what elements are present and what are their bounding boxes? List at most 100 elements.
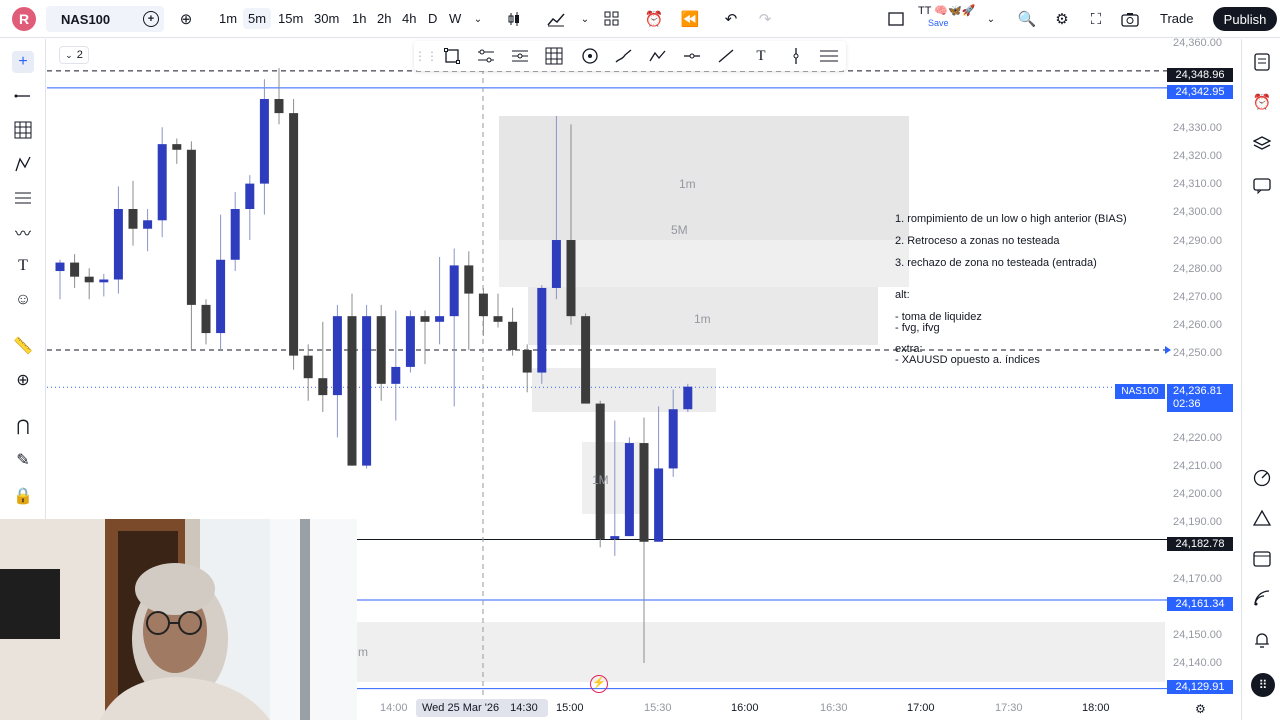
lock-pencil-icon[interactable]: ✎ bbox=[12, 449, 34, 471]
timeframe-15m[interactable]: 15m bbox=[278, 11, 303, 26]
trend-line-icon[interactable] bbox=[12, 85, 34, 107]
candle-body bbox=[610, 536, 620, 539]
more-lines-icon[interactable] bbox=[819, 46, 839, 66]
note-line-2[interactable]: 2. Retroceso a zonas no testeada bbox=[895, 235, 1060, 247]
note-line-3[interactable]: 3. rechazo de zona no testeada (entrada) bbox=[895, 257, 1097, 269]
drag-handle-icon[interactable]: ⋮⋮ bbox=[414, 46, 438, 66]
chart-settings-gear-icon[interactable]: ⚙ bbox=[1195, 702, 1206, 716]
zone-box bbox=[357, 622, 1165, 682]
layout-grid-icon[interactable] bbox=[602, 9, 622, 29]
price-tag-high[interactable]: 24,348.96 bbox=[1167, 68, 1233, 82]
timeframe-30m[interactable]: 30m bbox=[314, 11, 339, 26]
lock-icon[interactable]: 🔒 bbox=[12, 485, 34, 507]
fullscreen-icon[interactable]: ⛶ bbox=[1086, 9, 1106, 29]
candle-body bbox=[493, 316, 503, 322]
chevron-down-icon[interactable]: ⌄ bbox=[981, 9, 1001, 29]
price-axis-label: 24,270.00 bbox=[1173, 291, 1222, 303]
ruler-icon[interactable]: 📏 bbox=[12, 335, 34, 357]
symbol-search-button[interactable]: NAS100 + bbox=[46, 6, 164, 32]
horizontal-line-icon[interactable] bbox=[682, 46, 702, 66]
timeframe-w[interactable]: W bbox=[449, 11, 461, 26]
camera-snapshot-icon[interactable] bbox=[1120, 9, 1140, 29]
chevron-down-icon[interactable]: ⌄ bbox=[575, 9, 595, 29]
apps-grid-icon[interactable]: ⠿ bbox=[1251, 673, 1275, 697]
triangle-icon[interactable] bbox=[1251, 507, 1273, 529]
broadcast-icon[interactable] bbox=[1251, 587, 1273, 609]
vertical-line-icon[interactable] bbox=[786, 46, 806, 66]
note-alt-2[interactable]: - fvg, ifvg bbox=[895, 322, 940, 334]
notification-bell-icon[interactable] bbox=[1251, 629, 1273, 651]
fib-tool-icon[interactable] bbox=[12, 187, 34, 209]
indicators-icon[interactable] bbox=[546, 9, 566, 29]
candle-body bbox=[508, 321, 518, 350]
lightning-marker-icon[interactable]: ⚡ bbox=[590, 675, 608, 693]
circle-target-icon[interactable] bbox=[580, 46, 600, 66]
undo-icon[interactable]: ↶ bbox=[721, 9, 741, 29]
price-tag-line[interactable]: 24,161.34 bbox=[1167, 597, 1233, 611]
layout-name[interactable]: TT 🧠🦋🚀 Save bbox=[918, 5, 975, 29]
gann-grid-icon[interactable] bbox=[544, 46, 564, 66]
note-alt-title[interactable]: alt: bbox=[895, 289, 910, 301]
price-axis-label: 24,300.00 bbox=[1173, 206, 1222, 218]
fullscreen-square-icon[interactable] bbox=[886, 9, 906, 29]
crosshair-icon[interactable]: + bbox=[12, 51, 34, 73]
horizontal-rays-icon[interactable] bbox=[476, 46, 496, 66]
time-axis-label: 16:30 bbox=[820, 702, 848, 714]
brush-wave-icon[interactable]: 〰 bbox=[12, 221, 34, 243]
crosshair-date: Wed 25 Mar '26 bbox=[422, 702, 500, 714]
parallel-channel-icon[interactable] bbox=[510, 46, 530, 66]
candle-body bbox=[522, 350, 532, 373]
alert-clock-icon[interactable]: ⏰ bbox=[644, 9, 664, 29]
indicator-legend-toggle[interactable]: ⌄ 2 bbox=[59, 46, 89, 64]
magnet-icon[interactable]: ⋂ bbox=[12, 415, 34, 437]
chevron-down-icon[interactable]: ⌄ bbox=[468, 9, 488, 29]
candle-body bbox=[157, 144, 167, 221]
timeframe-1h[interactable]: 1h bbox=[352, 11, 366, 26]
layers-icon[interactable] bbox=[1251, 133, 1273, 155]
candle-body bbox=[435, 316, 445, 322]
timeframe-5m[interactable]: 5m bbox=[243, 8, 272, 29]
candle-body bbox=[581, 316, 591, 404]
publish-button[interactable]: Publish bbox=[1213, 7, 1277, 31]
timeframe-2h[interactable]: 2h bbox=[377, 11, 391, 26]
brush-icon[interactable] bbox=[614, 46, 634, 66]
compare-add-icon[interactable]: + bbox=[143, 11, 159, 27]
watchlist-icon[interactable] bbox=[1251, 51, 1273, 73]
text-icon[interactable]: T bbox=[751, 46, 771, 66]
text-tool-icon[interactable]: T bbox=[12, 255, 34, 277]
timeframe-4h[interactable]: 4h bbox=[402, 11, 416, 26]
price-tag-level[interactable]: 24,182.78 bbox=[1167, 537, 1233, 551]
target-icon[interactable] bbox=[1251, 467, 1273, 489]
timeframe-1m[interactable]: 1m bbox=[219, 11, 237, 26]
add-symbol-icon[interactable]: ⊕ bbox=[176, 9, 196, 29]
emoji-icon[interactable]: ☺ bbox=[12, 289, 34, 311]
quick-search-icon[interactable]: 🔍 bbox=[1017, 9, 1037, 29]
note-extra-1[interactable]: - XAUUSD opuesto a. índices bbox=[895, 354, 1040, 366]
save-label[interactable]: Save bbox=[928, 18, 949, 28]
right-sidebar: ⏰ ⠿ bbox=[1241, 39, 1280, 720]
price-tag-line[interactable]: 24,342.95 bbox=[1167, 85, 1233, 99]
zoom-in-icon[interactable]: ⊕ bbox=[12, 369, 34, 391]
price-axis-label: 24,200.00 bbox=[1173, 488, 1222, 500]
candle-type-icon[interactable] bbox=[504, 9, 524, 29]
settings-gear-icon[interactable]: ⚙ bbox=[1052, 9, 1072, 29]
pattern-node-icon[interactable] bbox=[12, 153, 34, 175]
alerts-clock-icon[interactable]: ⏰ bbox=[1251, 91, 1273, 113]
redo-icon[interactable]: ↷ bbox=[755, 9, 775, 29]
trend-line-diagonal-icon[interactable] bbox=[716, 46, 736, 66]
select-rect-icon[interactable] bbox=[442, 46, 462, 66]
symbol-name: NAS100 bbox=[61, 11, 111, 27]
candle-body bbox=[347, 316, 357, 466]
trade-button[interactable]: Trade bbox=[1160, 11, 1193, 26]
price-tag-line[interactable]: 24,129.91 bbox=[1167, 680, 1233, 694]
calendar-icon[interactable] bbox=[1251, 547, 1273, 569]
chat-icon[interactable] bbox=[1251, 175, 1273, 197]
replay-icon[interactable]: ⏪ bbox=[680, 9, 700, 29]
timeframe-d[interactable]: D bbox=[428, 11, 437, 26]
candle-body bbox=[84, 276, 94, 283]
candle-body bbox=[668, 409, 678, 469]
zigzag-icon[interactable] bbox=[648, 46, 668, 66]
profile-avatar[interactable]: R bbox=[12, 7, 36, 31]
grid-pattern-icon[interactable] bbox=[12, 119, 34, 141]
note-line-1[interactable]: 1. rompimiento de un low o high anterior… bbox=[895, 213, 1127, 225]
